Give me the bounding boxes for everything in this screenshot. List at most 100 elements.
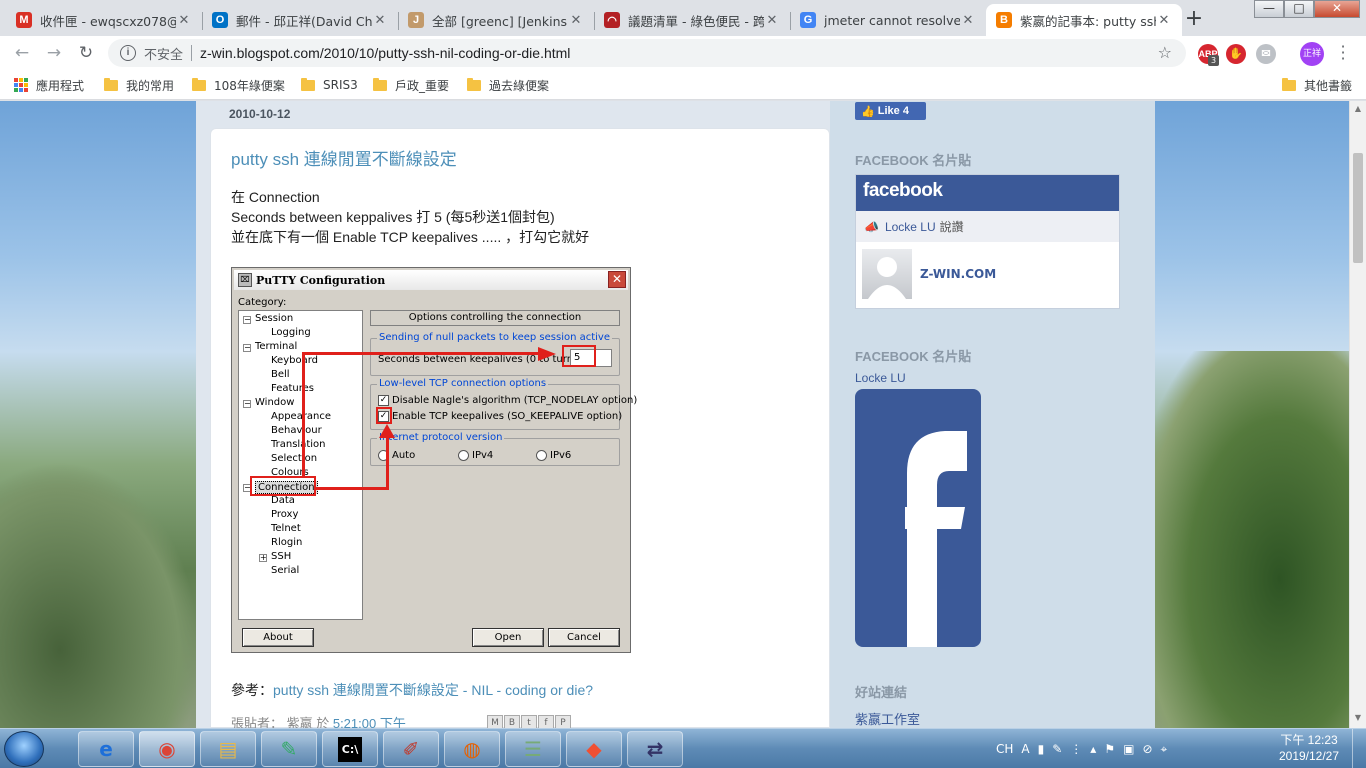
start-button[interactable] xyxy=(4,731,44,767)
new-tab-button[interactable]: + xyxy=(1180,6,1208,34)
bookmark-star-icon[interactable]: ☆ xyxy=(1158,43,1172,62)
maximize-button[interactable]: □ xyxy=(1284,0,1314,18)
scroll-down-icon[interactable]: ▼ xyxy=(1353,713,1363,723)
reload-button[interactable]: ↻ xyxy=(70,39,102,67)
adblock-badge: 3 xyxy=(1208,55,1219,66)
browser-tab[interactable]: O 郵件 - 邱正祥(David Ch ✕ xyxy=(202,4,398,36)
tab-close-icon[interactable]: ✕ xyxy=(176,13,192,28)
show-desktop-button[interactable] xyxy=(1352,729,1366,768)
browser-tab[interactable]: B 紫嬴的記事本: putty ssh ✕ xyxy=(986,4,1182,36)
forward-button[interactable]: → xyxy=(38,39,70,67)
share-icon[interactable]: M xyxy=(487,715,503,728)
clock[interactable]: 下午 12:23 2019/12/27 xyxy=(1276,732,1342,764)
share-icon[interactable]: f xyxy=(538,715,554,728)
tray-icon[interactable]: ⚑ xyxy=(1104,742,1115,756)
tray-icon[interactable]: A xyxy=(1021,742,1029,756)
sidebar-link[interactable]: 紫嬴工作室 xyxy=(855,709,920,728)
tree-node: Keyboard xyxy=(271,355,319,366)
bookmark-folder[interactable]: 108年綠便案 xyxy=(192,76,285,94)
browser-tab[interactable]: Gjmeter cannot resolve h ✕ xyxy=(790,4,986,36)
scroll-thumb[interactable] xyxy=(1353,153,1363,263)
tab-title: jmeter cannot resolve h xyxy=(824,12,960,28)
browser-tab[interactable]: ◠ 議題清單 - 綠色便民 - 跨 ✕ xyxy=(594,4,790,36)
browser-tab[interactable]: M 收件匣 - ewqscxz078@ ✕ xyxy=(6,4,202,36)
facebook-logo-icon[interactable] xyxy=(855,389,981,647)
nagle-label: Disable Nagle's algorithm (TCP_NODELAY o… xyxy=(392,395,638,406)
bookmark-folder[interactable]: 我的常用 xyxy=(104,76,174,94)
tree-node: Proxy xyxy=(271,509,299,520)
tray-icon[interactable]: ▮ xyxy=(1038,742,1045,756)
database-icon: ☰ xyxy=(524,737,542,761)
taskbar-app-button[interactable]: ◍ xyxy=(444,731,500,767)
tree-collapse-icon: − xyxy=(243,315,251,324)
bookmark-label: 應用程式 xyxy=(36,78,85,93)
tray-icon[interactable]: ⋮ xyxy=(1070,742,1082,756)
minimize-button[interactable]: — xyxy=(1254,0,1284,18)
tray-icon[interactable]: ✎ xyxy=(1052,742,1062,756)
bookmark-folder[interactable]: 過去綠便案 xyxy=(467,76,549,94)
taskbar-app-button[interactable]: e xyxy=(78,731,134,767)
info-icon[interactable]: i xyxy=(120,45,136,61)
taskbar-app-button[interactable]: ▤ xyxy=(200,731,256,767)
putty-screenshot-image[interactable]: ⌧ PuTTY Configuration ✕ Category: − Sessi… xyxy=(231,267,637,653)
post-time-link[interactable]: 5:21:00 下午 xyxy=(333,716,406,728)
tab-close-icon[interactable]: ✕ xyxy=(568,13,584,28)
back-button[interactable]: ← xyxy=(6,39,38,67)
tab-close-icon[interactable]: ✕ xyxy=(764,13,780,28)
bookmark-apps[interactable]: 應用程式 xyxy=(14,76,84,94)
close-window-button[interactable]: ✕ xyxy=(1314,0,1360,18)
tray-icon[interactable]: ⌖ xyxy=(1161,742,1168,757)
browser-tab[interactable]: J 全部 [greenc] [Jenkins] ✕ xyxy=(398,4,594,36)
bookmark-label: 其他書籤 xyxy=(1304,78,1353,93)
tray-icon[interactable]: ▴ xyxy=(1090,742,1096,756)
background-scenery xyxy=(0,461,200,728)
reference-prefix: 參考： xyxy=(231,682,273,698)
facebook-person[interactable]: Locke LU xyxy=(885,220,936,234)
bookmark-other[interactable]: 其他書籤 xyxy=(1282,76,1352,94)
tray-icon[interactable]: ⊘ xyxy=(1142,742,1152,756)
extension-ticket-icon[interactable]: ✉ xyxy=(1256,44,1276,64)
facebook-like-button[interactable]: 👍 Like 4 xyxy=(855,102,926,120)
taskbar-app-button[interactable]: ✐ xyxy=(383,731,439,767)
tray-icon[interactable]: CH xyxy=(996,742,1013,756)
share-icon[interactable]: t xyxy=(521,715,537,728)
taskbar-app-button[interactable]: ✎ xyxy=(261,731,317,767)
sidebar-heading: 好站連結 xyxy=(855,685,908,700)
bookmark-folder[interactable]: 戶政_重要 xyxy=(373,76,449,94)
address-bar[interactable]: i 不安全 z-win.blogspot.com/2010/10/putty-s… xyxy=(108,39,1186,67)
taskbar-app-button[interactable]: ☰ xyxy=(505,731,561,767)
reference-link[interactable]: putty ssh 連線閒置不斷線設定 - NIL - coding or di… xyxy=(273,682,593,698)
network-tool-icon: ⇄ xyxy=(646,737,664,761)
tree-node: Terminal xyxy=(255,341,298,352)
post-title[interactable]: putty ssh 連線閒置不斷線設定 xyxy=(231,145,457,170)
git-icon: ◆ xyxy=(586,737,602,761)
scroll-up-icon[interactable]: ▲ xyxy=(1353,104,1363,114)
tcp-options-group: Low-level TCP connection options xyxy=(370,378,620,430)
stop-hand-icon[interactable]: ✋ xyxy=(1226,44,1246,64)
folder-icon xyxy=(373,77,387,91)
url-text[interactable]: z-win.blogspot.com/2010/10/putty-ssh-nil… xyxy=(200,45,570,61)
security-label[interactable]: 不安全 xyxy=(144,44,183,63)
share-icon[interactable]: P xyxy=(555,715,571,728)
chrome-menu-icon[interactable]: · · · xyxy=(1338,39,1348,67)
tab-close-icon[interactable]: ✕ xyxy=(1156,13,1172,28)
facebook-person-link[interactable]: Locke LU xyxy=(855,371,906,385)
taskbar-app-button[interactable]: ◉ xyxy=(139,731,195,767)
taskbar-app-button[interactable]: C:\ xyxy=(322,731,378,767)
taskbar-app-button[interactable]: ◆ xyxy=(566,731,622,767)
profile-avatar[interactable]: 正祥 xyxy=(1300,42,1324,66)
tray-icon[interactable]: ▣ xyxy=(1123,742,1134,756)
facebook-badge[interactable]: facebook 📣 Locke LU 說讚 Z-WIN.COM xyxy=(855,174,1120,309)
page-scrollbar[interactable]: ▲ ▼ xyxy=(1349,101,1366,728)
share-icon[interactable]: B xyxy=(504,715,520,728)
bookmark-folder[interactable]: SRIS3 xyxy=(301,76,358,94)
tab-close-icon[interactable]: ✕ xyxy=(372,13,388,28)
taskbar-app-button[interactable]: ⇄ xyxy=(627,731,683,767)
tab-close-icon[interactable]: ✕ xyxy=(960,13,976,28)
tree-node: Telnet xyxy=(271,523,301,534)
bookmark-label: SRIS3 xyxy=(323,78,358,92)
putty-titlebar: ⌧ PuTTY Configuration ✕ xyxy=(234,270,628,290)
google-icon: G xyxy=(800,12,816,28)
firefox-icon: ◍ xyxy=(463,737,481,761)
facebook-site-link[interactable]: Z-WIN.COM xyxy=(920,267,996,281)
